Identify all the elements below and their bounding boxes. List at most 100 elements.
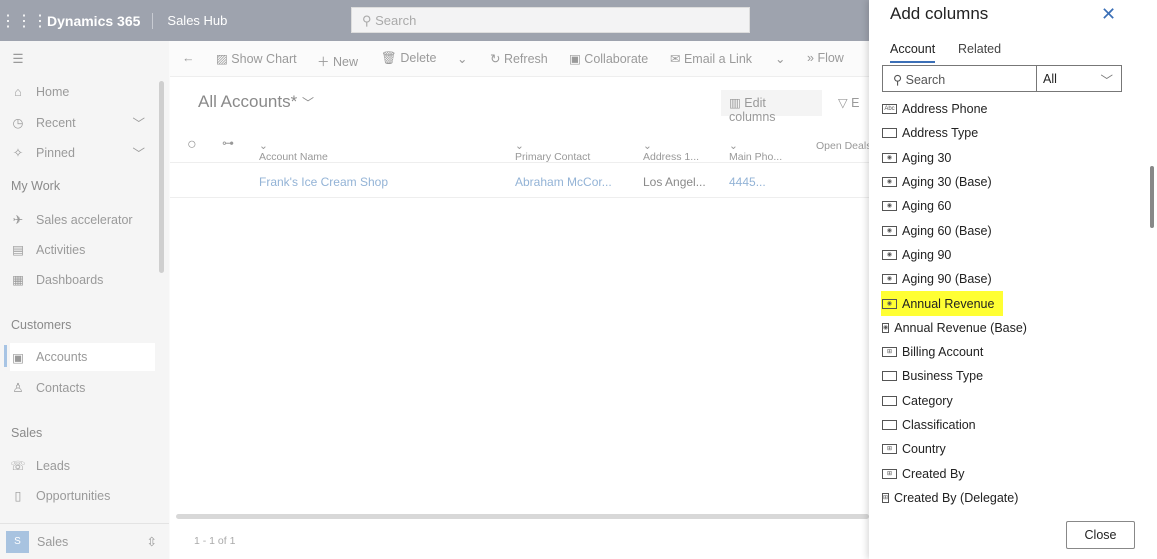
panel-scrollbar[interactable] [1150,166,1154,228]
column-list-item[interactable]: Category [881,389,1003,413]
section-sales: Sales [11,426,43,440]
sidebar-item-leads[interactable]: ☏ Leads [10,458,155,474]
phone-person-icon: ☏ [10,459,26,473]
lookup-icon: ⊞ [882,347,897,358]
column-list-item[interactable]: ⊞ Billing Account [881,340,1003,364]
label: Flow [817,51,844,65]
column-list-item[interactable]: Address Type [881,121,1003,145]
column-header-open-deals[interactable]: Open Deals [816,140,871,152]
column-list-item[interactable]: Business Type [881,364,1003,388]
select-all-checkbox[interactable]: ○ [187,136,197,154]
column-list-item[interactable]: ⊞ Created By [881,461,1003,485]
currency-icon: ◉ [882,177,897,188]
column-header-account-name[interactable]: Account Name ⌄ [259,140,328,163]
sidebar-item-activities[interactable]: ▤ Activities [10,242,155,258]
column-list-item[interactable]: ◉ Aging 60 (Base) [881,218,1003,242]
sidebar-item-home[interactable]: ⌂ Home [10,85,155,99]
view-selector[interactable]: All Accounts* ﹀ [198,92,314,112]
chevron-down-icon[interactable]: ﹀ [132,113,145,132]
sidebar-item-opportunities[interactable]: ▯ Opportunities [10,488,155,504]
sidebar-item-sales-accelerator[interactable]: ✈ Sales accelerator [10,212,155,228]
column-label: Address Type [902,126,979,141]
more-chevron-icon[interactable]: ⌄ [775,51,785,66]
horizontal-scrollbar[interactable] [176,514,869,519]
more-chevron-icon[interactable]: ⌄ [457,51,467,66]
currency-icon: ◉ [882,152,897,163]
text-field-icon: Abc [882,104,897,115]
column-list-item[interactable]: ◉ Annual Revenue (Base) [881,316,1027,340]
label: Collaborate [584,52,649,66]
column-list-item[interactable]: ◉ Annual Revenue [881,291,1003,316]
edit-columns-button[interactable]: ▥ Edit columns [721,90,822,124]
show-chart-button[interactable]: ▨ Show Chart [216,51,297,66]
sidebar-item-label: Leads [36,458,71,473]
sidebar-item-contacts[interactable]: ♙ Contacts [10,380,155,396]
app-launcher-icon[interactable]: ⋮⋮⋮ [0,11,48,31]
column-label: Classification [902,418,976,432]
sidebar-item-dashboards[interactable]: ▦ Dashboards [10,272,155,288]
add-columns-panel: Add columns ✕ Account Related ⚲ Search A… [869,0,1157,559]
rocket-icon: ✈ [12,213,24,227]
column-header-primary-contact[interactable]: Primary Contact ⌄ [515,140,590,163]
back-icon[interactable]: ← [182,51,195,65]
label: Email a Link [683,52,753,66]
opportunity-icon: ▯ [14,489,22,503]
sidebar-scrollbar[interactable] [159,81,164,273]
main-content: ← ▨ Show Chart ＋ New 🗑 Delete ⌄ ↻ Refres… [170,41,871,559]
sidebar-item-accounts[interactable]: ▣ Accounts [4,343,155,371]
column-list-item[interactable]: Abc Address Phone [881,97,1003,121]
collaborate-button[interactable]: ▣ Collaborate [569,51,648,66]
chevron-down-icon[interactable]: ﹀ [132,143,145,162]
column-list-item[interactable]: ◉ Aging 30 (Base) [881,170,1003,194]
tab-account[interactable]: Account [890,42,936,63]
flow-button[interactable]: » Flow [807,51,844,65]
edit-filters-button[interactable]: ▽ E [838,95,859,110]
address-cell: Los Angel... [643,175,706,189]
sidebar-item-label: Pinned [36,145,75,160]
primary-contact-link[interactable]: Abraham McCor... [515,175,612,189]
column-header-address[interactable]: Address 1... ⌄ [643,140,699,163]
sidebar-item-recent[interactable]: ◷ Recent ﹀ [10,113,155,132]
column-list-item[interactable]: ⊞ Country [881,437,1003,461]
column-label: Country [902,442,946,457]
column-label: Billing Account [902,345,984,360]
account-name-link[interactable]: Frank's Ice Cream Shop [259,175,388,189]
column-type-filter[interactable]: All ﹀ [1036,65,1122,92]
email-link-button[interactable]: ✉ Email a Link [670,51,752,66]
column-list-item[interactable]: ⊞ Created By (Delegate) [881,486,1018,510]
area-switcher[interactable]: S Sales ⇳ [0,523,169,559]
chevron-updown-icon: ⇳ [146,535,157,549]
column-header-main-phone[interactable]: Main Pho... ⌄ [729,140,782,163]
sidebar-item-label: Activities [36,242,86,257]
global-search-input[interactable]: ⚲ Search [351,7,750,33]
tab-related[interactable]: Related [958,42,1001,61]
close-button[interactable]: Close [1066,521,1135,549]
option-set-icon [882,371,897,382]
label: Address 1... [643,151,700,163]
column-label: Aging 90 [902,247,952,262]
sidebar-item-pinned[interactable]: ✧ Pinned ﹀ [10,143,155,162]
delete-button[interactable]: 🗑 Delete [381,51,436,66]
phone-link[interactable]: 4445... [729,175,766,189]
column-list-item[interactable]: ◉ Aging 60 [881,194,1003,218]
refresh-button[interactable]: ↻ Refresh [490,51,548,66]
search-placeholder: Search [375,13,417,28]
column-list-item[interactable]: ◉ Aging 30 [881,146,1003,170]
new-button[interactable]: ＋ New [317,51,358,70]
grid-header: ○ ⊶ Account Name ⌄ Primary Contact ⌄ Add… [170,129,871,163]
column-list-item[interactable]: ◉ Aging 90 (Base) [881,267,1003,291]
currency-icon: ◉ [882,298,897,309]
column-label: Category [902,393,953,408]
clock-icon: ◷ [12,116,24,130]
search-placeholder: Search [905,73,946,87]
label: Edit columns [729,96,776,124]
column-label: Address Phone [902,102,988,117]
table-row[interactable]: Frank's Ice Cream Shop Abraham McCor... … [170,164,869,198]
hamburger-icon: ☰ [12,52,24,66]
close-icon[interactable]: ✕ [1101,4,1116,25]
menu-toggle[interactable]: ☰ [10,51,155,66]
column-list-item[interactable]: Classification [881,413,1003,437]
column-list-item[interactable]: ◉ Aging 90 [881,243,1003,267]
app-name[interactable]: Dynamics 365 [38,12,154,29]
column-search-input[interactable]: ⚲ Search [882,65,1037,92]
